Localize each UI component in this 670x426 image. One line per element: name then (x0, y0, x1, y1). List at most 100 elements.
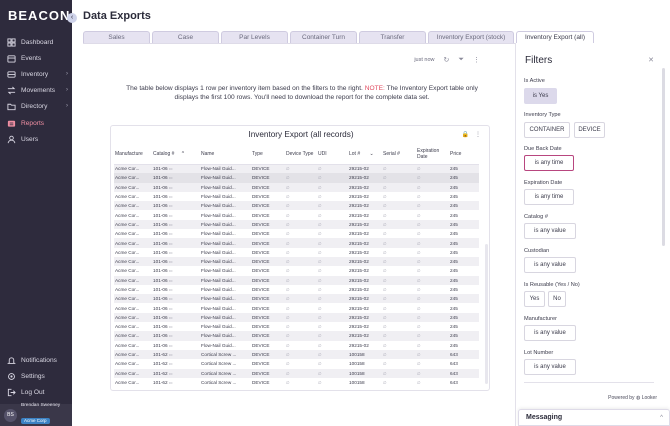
table-row[interactable]: Acme Cor... 101-06 ▭ Flow-Nail Guid... DEVI… (114, 219, 479, 230)
lock-icon[interactable]: 🔒 (462, 132, 469, 138)
table-row[interactable]: Acme Cor... 101-06 ▭ Flow-Nail Guid... DEVI… (114, 312, 479, 323)
refresh-icon[interactable]: ↻ (444, 56, 450, 64)
tab-inventory-export-stock[interactable]: Inventory Export (stock) (428, 31, 514, 43)
is-active-filter[interactable]: is Yes (524, 88, 557, 104)
table-row[interactable]: Acme Cor... 101-06 ▭ Flow-Nail Guid... DEVI… (114, 192, 479, 201)
catalog-filter[interactable]: is any value (524, 223, 576, 239)
sidebar-item-inventory[interactable]: Inventory › (6, 68, 68, 80)
chevron-up-icon[interactable]: ^ (660, 410, 663, 426)
sidebar-item-logout[interactable]: Log Out (6, 386, 68, 398)
link-icon[interactable]: ▭ (168, 194, 173, 199)
tab-container-turn[interactable]: Container Turn (290, 31, 357, 43)
link-icon[interactable]: ▭ (168, 241, 173, 246)
table-row[interactable]: Acme Cor... 101-06 ▭ Flow-Nail Guid... DEVI… (114, 275, 479, 285)
link-icon[interactable]: ▭ (168, 203, 173, 208)
column-header[interactable]: Serial # (382, 146, 416, 165)
link-icon[interactable]: ▭ (168, 361, 173, 366)
table-row[interactable]: Acme Cor... 101-06 ▭ Flow-Nail Guid... DEVI… (114, 238, 479, 248)
more-options-icon[interactable]: ⋮ (475, 132, 481, 138)
table-row[interactable]: Acme Cor... 101-06 ▭ Flow-Nail Guid... DEVI… (114, 322, 479, 331)
link-icon[interactable]: ▭ (168, 268, 173, 273)
expiration-date-filter[interactable]: is any time (524, 189, 574, 205)
is-reusable-no-option[interactable]: No (548, 291, 566, 307)
column-header[interactable]: Name (200, 146, 251, 165)
manufacturer-filter[interactable]: is any value (524, 325, 576, 341)
column-header[interactable]: UDI (317, 146, 348, 165)
filters-scrollbar[interactable] (662, 68, 665, 246)
is-reusable-yes-option[interactable]: Yes (524, 291, 545, 307)
column-header[interactable]: Catalog # ^ (152, 146, 200, 165)
close-icon[interactable]: ✕ (648, 56, 654, 64)
sidebar-item-movements[interactable]: Movements › (6, 84, 68, 96)
sidebar-item-notifications[interactable]: Notifications (6, 354, 68, 366)
table-row[interactable]: Acme Cor... 101-06 ▭ Flow-Nail Guid... DEVI… (114, 341, 479, 350)
table-row[interactable]: Acme Cor... 101-06 ▭ Flow-Nail Guid... DEVI… (114, 229, 479, 238)
table-row[interactable]: Acme Cor... 101-62 ▭ Cortical Screw ... DEV… (114, 368, 479, 378)
column-header[interactable]: Device Type (285, 146, 317, 165)
table-row[interactable]: Acme Cor... 101-06 ▭ Flow-Nail Guid... DEVI… (114, 331, 479, 341)
table-row[interactable]: Acme Cor... 101-62 ▭ Cortical Screw ... DEV… (114, 349, 479, 360)
sidebar-item-reports[interactable]: Reports (6, 117, 68, 129)
table-row[interactable]: Acme Cor... 101-06 ▭ Flow-Nail Guid... DEVI… (114, 256, 479, 267)
column-header[interactable]: Lot # ⌄ (348, 146, 382, 165)
table-row[interactable]: Acme Cor... 101-06 ▭ Flow-Nail Guid... DEVI… (114, 201, 479, 211)
link-icon[interactable]: ▭ (168, 166, 173, 171)
table-row[interactable]: Acme Cor... 101-06 ▭ Flow-Nail Guid... DEVI… (114, 285, 479, 294)
due-back-date-filter[interactable]: is any time (524, 155, 574, 171)
link-icon[interactable]: ▭ (168, 333, 173, 338)
chevron-down-icon[interactable]: ⌄ (370, 151, 374, 157)
link-icon[interactable]: ▭ (168, 185, 173, 190)
link-icon[interactable]: ▭ (168, 306, 173, 311)
tab-sales[interactable]: Sales (83, 31, 150, 43)
lot-number-filter[interactable]: is any value (524, 359, 576, 375)
column-header[interactable]: Price (449, 146, 479, 165)
sidebar-item-settings[interactable]: Settings (6, 370, 68, 382)
filter-icon[interactable]: ⏷ (458, 56, 464, 64)
custodian-filter[interactable]: is any value (524, 257, 576, 273)
link-icon[interactable]: ▭ (168, 259, 173, 264)
link-icon[interactable]: ▭ (168, 296, 173, 301)
tab-inventory-export-all[interactable]: Inventory Export (all) (516, 31, 594, 43)
table-row[interactable]: Acme Cor... 101-06 ▭ Flow-Nail Guid... DEVI… (114, 210, 479, 219)
table-row[interactable]: Acme Cor... 101-62 ▭ Cortical Screw ... DEV… (114, 378, 479, 387)
link-icon[interactable]: ▭ (168, 352, 173, 357)
table-row[interactable]: Acme Cor... 101-06 ▭ Flow-Nail Guid... DEVI… (114, 266, 479, 275)
column-header[interactable]: Expiration Date (416, 146, 449, 165)
beacon-logo[interactable]: BEACON (8, 8, 70, 23)
column-header[interactable]: Manufacture (114, 146, 152, 165)
table-row[interactable]: Acme Cor... 101-06 ▭ Flow-Nail Guid... DEVI… (114, 182, 479, 192)
link-icon[interactable]: ▭ (168, 315, 173, 320)
messaging-widget[interactable]: Messaging ^ (518, 409, 670, 426)
inventory-type-container-option[interactable]: CONTAINER (524, 122, 570, 138)
link-icon[interactable]: ▭ (168, 324, 173, 329)
sidebar-item-directory[interactable]: Directory › (6, 100, 68, 112)
more-options-icon[interactable]: ⋮ (473, 56, 480, 64)
column-header[interactable]: Type (251, 146, 285, 165)
tab-par-levels[interactable]: Par Levels (221, 31, 288, 43)
link-icon[interactable]: ▭ (168, 371, 173, 376)
link-icon[interactable]: ▭ (168, 250, 173, 255)
table-row[interactable]: Acme Cor... 101-06 ▭ Flow-Nail Guid... DEVI… (114, 303, 479, 312)
table-row[interactable]: Acme Cor... 101-06 ▭ Flow-Nail Guid... DEVI… (114, 173, 479, 183)
inventory-type-device-option[interactable]: DEVICE (574, 122, 605, 138)
table-row[interactable]: Acme Cor... 101-06 ▭ Flow-Nail Guid... DEVI… (114, 294, 479, 304)
link-icon[interactable]: ▭ (168, 287, 173, 292)
table-row[interactable]: Acme Cor... 101-62 ▭ Cortical Screw ... DEV… (114, 359, 479, 368)
link-icon[interactable]: ▭ (168, 343, 173, 348)
collapse-sidebar-button[interactable]: ‹ (67, 13, 77, 23)
table-scrollbar[interactable] (485, 244, 488, 384)
link-icon[interactable]: ▭ (168, 213, 173, 218)
link-icon[interactable]: ▭ (168, 222, 173, 227)
link-icon[interactable]: ▭ (168, 380, 173, 385)
sidebar-item-dashboard[interactable]: Dashboard (6, 36, 68, 48)
sidebar-item-users[interactable]: Users (6, 133, 68, 145)
link-icon[interactable]: ▭ (168, 231, 173, 236)
table-row[interactable]: Acme Cor... 101-06 ▭ Flow-Nail Guid... DEVI… (114, 248, 479, 257)
sidebar-item-events[interactable]: Events (6, 52, 68, 64)
link-icon[interactable]: ▭ (168, 175, 173, 180)
sort-ascending-icon[interactable]: ^ (182, 151, 184, 157)
user-card[interactable]: BS Brendan Sweeney Acme Corp (0, 403, 72, 426)
tab-transfer[interactable]: Transfer (359, 31, 426, 43)
tab-case[interactable]: Case (152, 31, 219, 43)
link-icon[interactable]: ▭ (168, 278, 173, 283)
